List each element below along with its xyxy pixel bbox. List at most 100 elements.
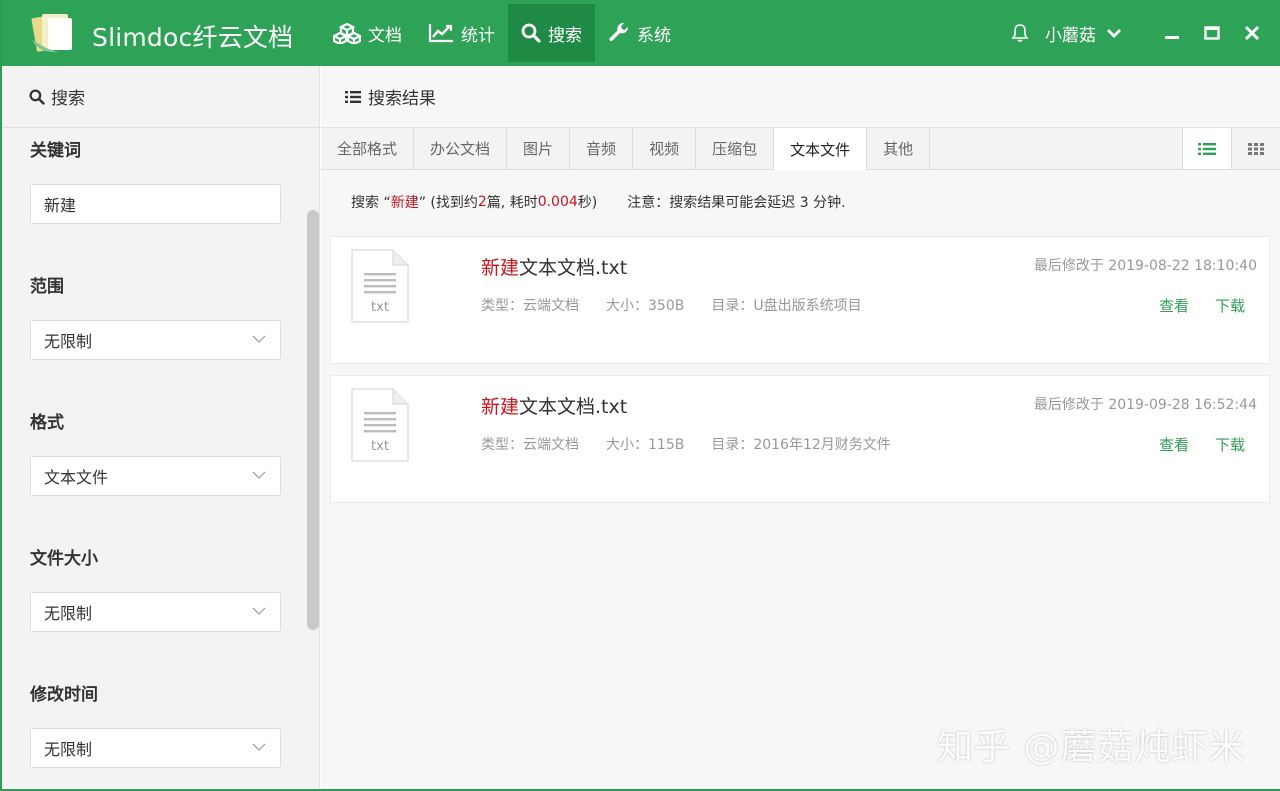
tab-images[interactable]: 图片 (507, 128, 571, 169)
result-title[interactable]: 新建文本文档.txt (481, 253, 627, 280)
search-icon (29, 88, 45, 105)
summary-mid2: 篇, 耗时 (486, 195, 538, 211)
download-link[interactable]: 下载 (1215, 295, 1245, 316)
sidebar-title: 搜索 (51, 89, 85, 109)
sidebar-header: 搜索 (2, 66, 319, 128)
result-title-highlight: 新建 (481, 396, 520, 418)
result-dir: 目录：U盘出版系统项目 (711, 298, 862, 314)
wrench-icon (609, 22, 629, 42)
size-select[interactable]: 无限制 (30, 592, 281, 632)
tab-text[interactable]: 文本文件 (774, 128, 868, 170)
mtime-value: 无限制 (44, 740, 93, 759)
nav-label-search: 搜索 (548, 25, 582, 46)
nav-item-search[interactable]: 搜索 (508, 4, 595, 62)
result-dir: 目录：2016年12月财务文件 (711, 437, 891, 453)
top-bar: Slimdoc纤云文档 文档 统计 搜索 系统 小蘑菇 (2, 0, 1280, 66)
chevron-down-icon[interactable] (1106, 27, 1122, 39)
result-title-rest: 文本文档.txt (519, 257, 628, 279)
tab-audio[interactable]: 音频 (570, 128, 634, 169)
txt-file-icon: txt (351, 249, 409, 323)
summary-prefix: 搜索 “ (351, 195, 391, 211)
chevron-down-icon (252, 607, 266, 615)
result-meta: 类型：云端文档 大小：115B 目录：2016年12月财务文件 (481, 434, 918, 454)
watermark: 知乎 @蘑菇炖虾米 (937, 727, 1246, 768)
tab-all[interactable]: 全部格式 (321, 128, 415, 169)
minimize-icon (1165, 36, 1179, 39)
user-name[interactable]: 小蘑菇 (1045, 21, 1096, 46)
tab-other[interactable]: 其他 (867, 128, 931, 169)
format-value: 文本文件 (44, 468, 109, 487)
chevron-down-icon (252, 335, 266, 343)
result-card[interactable]: txt 新建文本文档.txt 类型：云端文档 大小：350B 目录：U盘出版系统… (330, 236, 1270, 364)
result-type: 类型：云端文档 (481, 437, 579, 453)
sidebar-filters: 关键词 新建 范围 无限制 格式 文本文件 文件大小 无限制 修改时间 无限制 (2, 128, 319, 788)
mtime-select[interactable]: 无限制 (30, 728, 281, 768)
maximize-button[interactable] (1192, 13, 1232, 53)
summary-keyword: 新建 (390, 195, 419, 211)
result-mtime: 最后修改于 2019-08-22 18:10:40 (1033, 258, 1257, 274)
view-link[interactable]: 查看 (1159, 434, 1189, 455)
summary-time: 0.004 (537, 194, 578, 210)
grid-view-icon (1248, 142, 1264, 155)
results-panel: 搜索结果 全部格式 办公文档 图片 音频 视频 压缩包 文本文件 其他 搜索 “… (321, 66, 1280, 789)
top-right-controls: 小蘑菇 (1011, 0, 1280, 66)
scope-value: 无限制 (44, 332, 93, 351)
tab-office[interactable]: 办公文档 (414, 128, 508, 169)
scope-label: 范围 (30, 277, 64, 297)
chevron-down-icon (252, 743, 266, 751)
results-header: 搜索结果 (321, 66, 1280, 128)
tab-video[interactable]: 视频 (633, 128, 697, 169)
delay-notice: 注意：搜索结果可能会延迟 3 分钟. (627, 195, 846, 211)
keyword-label: 关键词 (30, 141, 81, 161)
txt-file-icon: txt (351, 388, 409, 462)
list-view-button[interactable] (1182, 128, 1231, 169)
nav-item-docs[interactable]: 文档 (320, 4, 415, 62)
result-mtime: 最后修改于 2019-09-28 16:52:44 (1033, 397, 1257, 413)
format-select[interactable]: 文本文件 (30, 456, 281, 496)
keyword-value: 新建 (44, 196, 77, 215)
result-size: 大小：115B (606, 437, 685, 453)
line-chart-icon (428, 24, 453, 43)
format-tabs: 全部格式 办公文档 图片 音频 视频 压缩包 文本文件 其他 (321, 128, 1280, 170)
download-link[interactable]: 下载 (1215, 434, 1245, 455)
result-title-rest: 文本文档.txt (519, 396, 628, 418)
mtime-label: 修改时间 (30, 685, 98, 705)
scope-select[interactable]: 无限制 (30, 320, 281, 360)
main-nav: 文档 统计 搜索 系统 (320, 4, 684, 62)
result-card[interactable]: txt 新建文本文档.txt 类型：云端文档 大小：115B 目录：2016年1… (330, 375, 1270, 503)
app-window: Slimdoc纤云文档 文档 统计 搜索 系统 小蘑菇 搜索 关键词 新建 范围… (0, 0, 1280, 791)
grid-view-button[interactable] (1231, 128, 1280, 169)
bell-icon[interactable] (1011, 23, 1029, 43)
sidebar-scrollbar[interactable] (307, 210, 319, 630)
result-meta: 类型：云端文档 大小：350B 目录：U盘出版系统项目 (481, 295, 889, 315)
size-label: 文件大小 (30, 549, 98, 569)
nav-label-docs: 文档 (368, 25, 402, 46)
nav-item-system[interactable]: 系统 (595, 4, 684, 62)
summary-mid1: ” (找到约 (418, 195, 478, 211)
app-logo (28, 10, 80, 56)
result-title[interactable]: 新建文本文档.txt (481, 392, 627, 419)
view-link[interactable]: 查看 (1159, 295, 1189, 316)
search-sidebar: 搜索 关键词 新建 范围 无限制 格式 文本文件 文件大小 无限制 修改时间 无… (2, 66, 320, 789)
view-toggle (1182, 128, 1280, 169)
list-icon (345, 90, 361, 103)
result-type: 类型：云端文档 (481, 298, 579, 314)
file-type-label: txt (371, 300, 389, 315)
tab-archive[interactable]: 压缩包 (696, 128, 775, 169)
search-icon (521, 23, 541, 43)
search-summary: 搜索 “ 新建 ” (找到约 2 篇, 耗时 0.004 秒) 注意：搜索结果可… (321, 170, 1280, 234)
summary-count: 2 (477, 194, 487, 210)
keyword-input[interactable]: 新建 (30, 184, 281, 224)
nav-item-stats[interactable]: 统计 (415, 4, 508, 62)
maximize-icon (1204, 26, 1220, 40)
result-actions: 查看 下载 (1133, 295, 1245, 316)
summary-suffix: 秒) (577, 195, 598, 211)
file-type-label: txt (371, 439, 389, 454)
minimize-button[interactable] (1152, 13, 1192, 53)
size-value: 无限制 (44, 604, 93, 623)
close-button[interactable] (1232, 13, 1272, 53)
result-title-highlight: 新建 (481, 257, 520, 279)
chevron-down-icon (252, 471, 266, 479)
nav-label-system: 系统 (637, 25, 671, 46)
format-label: 格式 (30, 413, 64, 433)
